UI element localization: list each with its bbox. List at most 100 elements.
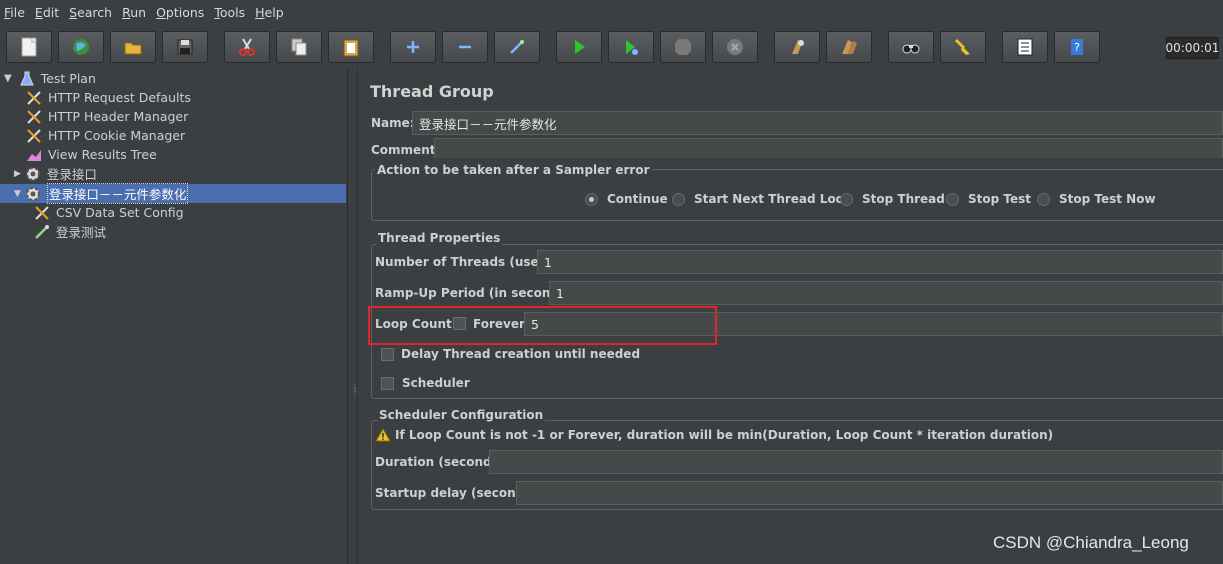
menu-tools[interactable]: Tools: [214, 5, 245, 20]
clear-all-button[interactable]: [826, 31, 872, 63]
shutdown-button[interactable]: [712, 31, 758, 63]
delay-thread-checkbox[interactable]: [381, 348, 394, 361]
new-document-icon: [21, 37, 37, 57]
toggle-wand-icon: [510, 40, 524, 54]
binoculars-icon: [902, 44, 920, 54]
cut-button[interactable]: [224, 31, 270, 63]
copy-icon: [291, 38, 307, 56]
tree-node-http-request-defaults[interactable]: HTTP Request Defaults: [25, 88, 191, 107]
name-label: Name:: [371, 116, 415, 130]
clipboard-icon: [343, 39, 359, 57]
menu-edit[interactable]: Edit: [35, 5, 59, 20]
tree-node-csv-data-set-config[interactable]: CSV Data Set Config: [33, 203, 184, 222]
expand-arrow-icon[interactable]: ▼: [14, 189, 21, 199]
stop-icon: [675, 39, 691, 55]
splitter-grip-icon[interactable]: ⋮ ⋮: [351, 384, 359, 402]
menu-help[interactable]: Help: [255, 5, 284, 20]
gear-icon: [24, 165, 42, 183]
expand-all-button[interactable]: [390, 31, 436, 63]
radio-unselected-icon: [1037, 192, 1050, 206]
page-title: Thread Group: [370, 82, 494, 101]
reset-search-button[interactable]: [940, 31, 986, 63]
watermark: CSDN @Chiandra_Leong: [993, 533, 1189, 552]
startup-delay-field[interactable]: [516, 481, 1223, 505]
panel-splitter[interactable]: [348, 68, 358, 564]
collapsed-arrow-icon[interactable]: ▶: [14, 169, 21, 179]
list-icon: [1017, 38, 1033, 56]
sampler-error-title: Action to be taken after a Sampler error: [375, 163, 652, 177]
duration-label: Duration (seconds): [375, 455, 505, 469]
tree-node-view-results-tree[interactable]: View Results Tree: [25, 145, 157, 164]
radio-continue[interactable]: Continue: [585, 192, 668, 206]
play-icon: [575, 40, 585, 54]
tree-node-sampler-login-test[interactable]: 登录测试: [33, 222, 106, 241]
search-button[interactable]: [888, 31, 934, 63]
help-button[interactable]: ?: [1054, 31, 1100, 63]
tree-node-http-header-manager[interactable]: HTTP Header Manager: [25, 107, 188, 126]
minus-icon: [459, 45, 471, 49]
tree-node-http-cookie-manager[interactable]: HTTP Cookie Manager: [25, 126, 185, 145]
new-button[interactable]: [6, 31, 52, 63]
radio-start-next-thread-loop[interactable]: Start Next Thread Loop: [672, 192, 853, 206]
wrench-icon: [25, 89, 43, 107]
scheduler-warning: If Loop Count is not -1 or Forever, dura…: [375, 428, 1053, 442]
toggle-button[interactable]: [494, 31, 540, 63]
collapse-all-button[interactable]: [442, 31, 488, 63]
radio-selected-icon: [585, 192, 598, 206]
scheduler-checkbox[interactable]: [381, 377, 394, 390]
radio-stop-test[interactable]: Stop Test: [946, 192, 1031, 206]
num-threads-field[interactable]: 1: [537, 250, 1223, 274]
flask-icon: [18, 70, 36, 88]
expand-arrow-icon[interactable]: ▼: [4, 73, 12, 84]
tree-node-test-plan[interactable]: ▼ Test Plan: [4, 69, 96, 88]
wrench-icon: [33, 204, 51, 222]
copy-button[interactable]: [276, 31, 322, 63]
start-no-pauses-button[interactable]: [608, 31, 654, 63]
rampup-field[interactable]: 1: [549, 281, 1223, 305]
help-book-icon: ?: [1071, 39, 1083, 55]
radio-stop-test-now[interactable]: Stop Test Now: [1037, 192, 1156, 206]
menu-options[interactable]: Options: [156, 5, 204, 20]
save-button[interactable]: [162, 31, 208, 63]
clear-button[interactable]: [774, 31, 820, 63]
open-button[interactable]: [110, 31, 156, 63]
menu-file[interactable]: File: [4, 5, 25, 20]
broom-all-icon: [842, 40, 857, 54]
scheduler-config-title: Scheduler Configuration: [377, 408, 546, 422]
radio-stop-thread[interactable]: Stop Thread: [840, 192, 945, 206]
function-helper-button[interactable]: [1002, 31, 1048, 63]
startup-delay-label: Startup delay (seconds): [375, 486, 537, 500]
scheduler-label: Scheduler: [402, 376, 470, 390]
tree-node-thread-group-2[interactable]: ▼ 登录接口－－元件参数化: [14, 183, 189, 204]
stop-button[interactable]: [660, 31, 706, 63]
start-button[interactable]: [556, 31, 602, 63]
thread-properties-title: Thread Properties: [376, 231, 503, 245]
num-threads-label: Number of Threads (users):: [375, 255, 563, 269]
delay-thread-label: Delay Thread creation until needed: [401, 347, 641, 361]
globe-template-icon: [73, 39, 89, 55]
shutdown-icon: [727, 39, 743, 55]
tree-node-thread-group-1[interactable]: ▶ 登录接口: [14, 164, 97, 183]
test-plan-tree[interactable]: ▼ Test Plan HTTP Request Defaults HTTP H…: [0, 68, 348, 564]
folder-icon: [124, 42, 142, 55]
wrench-icon: [25, 127, 43, 145]
comments-field[interactable]: [434, 138, 1223, 158]
radio-unselected-icon: [840, 192, 853, 206]
broom-icon: [954, 38, 970, 55]
menu-run[interactable]: Run: [122, 5, 146, 20]
name-field[interactable]: 登录接口－－元件参数化: [412, 111, 1223, 135]
gear-icon: [24, 185, 42, 203]
radio-unselected-icon: [946, 192, 959, 206]
results-chart-icon: [25, 146, 43, 164]
menu-search[interactable]: Search: [69, 5, 112, 20]
scissors-icon: [239, 38, 255, 56]
toolbar: ? 00:00:01: [0, 26, 1223, 68]
duration-field[interactable]: [489, 450, 1223, 474]
menu-bar: File Edit Search Run Options Tools Help: [0, 0, 1223, 24]
templates-button[interactable]: [58, 31, 104, 63]
rampup-label: Ramp-Up Period (in seconds):: [375, 286, 577, 300]
floppy-icon: [177, 39, 193, 55]
paste-button[interactable]: [328, 31, 374, 63]
radio-unselected-icon: [672, 192, 685, 206]
broom-gear-icon: [792, 40, 804, 54]
